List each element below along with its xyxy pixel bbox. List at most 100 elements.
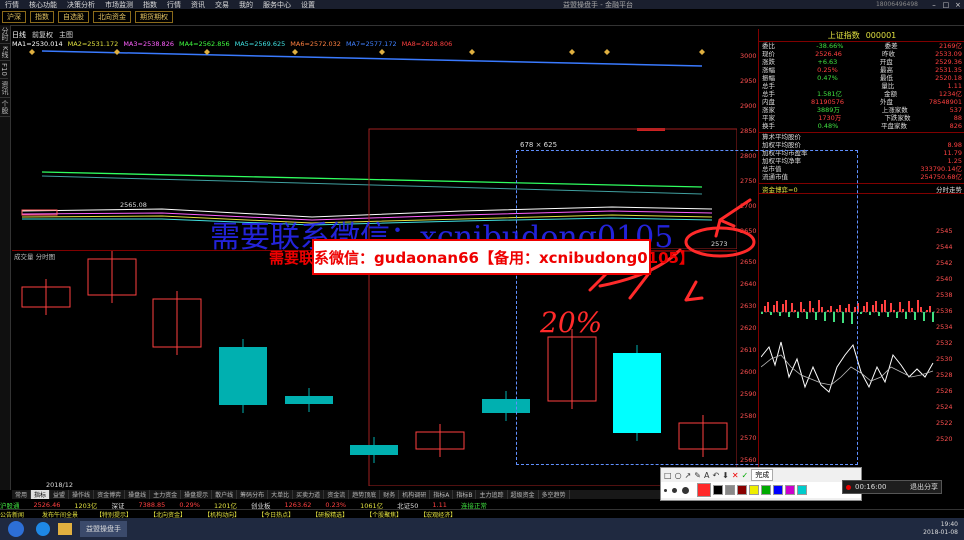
indicator-tab-20[interactable]: 多空趋势 [539,490,570,499]
confirm-icon[interactable]: ✓ [742,471,749,480]
indicator-tab-5[interactable]: 操盘线 [125,490,151,499]
rect-tool-icon[interactable]: □ [664,471,672,480]
record-timer: 00:16:00 [855,483,887,491]
event-marker-diamond[interactable] [29,49,35,55]
color-red-selected[interactable] [697,483,711,497]
color-darkred[interactable] [737,485,747,495]
browser-icon[interactable] [36,522,50,536]
indicator-tab-9[interactable]: 筹码分布 [237,490,269,499]
ticker-item: 北证50 [397,501,419,510]
left-tab-1[interactable]: K线 [0,44,10,61]
period-selector[interactable]: 日线 [12,30,26,40]
intraday-axis: 2545 2544 2542 2540 2538 2536 2534 2532 2530 2528… [936,227,964,457]
indicator-tab-2[interactable]: 益盟 [50,490,70,499]
event-marker-diamond[interactable] [469,49,475,55]
size-large-icon[interactable] [682,486,689,494]
color-cyan[interactable] [797,485,807,495]
candle-down[interactable] [285,396,333,404]
folder-icon[interactable] [58,523,72,535]
toolbar-button-1[interactable]: 指数 [30,11,54,23]
ellipse-tool-icon[interactable]: ○ [675,471,682,480]
pen-tool-icon[interactable]: ✎ [694,471,701,480]
cancel-icon[interactable]: ✕ [732,471,739,480]
ticker-item: 连接正常 [460,501,487,510]
toolbar-button-0[interactable]: 沪深 [2,11,26,23]
indicator-tab-12[interactable]: 资金流 [324,490,350,499]
size-small-icon[interactable] [664,488,667,492]
flow-bar [917,300,919,312]
color-yellow[interactable] [749,485,759,495]
flow-bar [881,304,883,312]
quote-label-2: 开盘 [879,58,893,66]
indicator-tab-3[interactable]: 操作线 [69,490,95,499]
event-marker-diamond[interactable] [114,49,120,55]
indicator-selector[interactable]: 主图 [59,30,73,40]
event-marker-diamond[interactable] [699,49,705,55]
quote-label-2: 下跌家数 [884,114,911,122]
maximize-icon[interactable]: □ [940,1,952,9]
left-tab-4[interactable]: 个股 [0,98,10,117]
toolbar-button-3[interactable]: 北向资金 [93,11,131,23]
left-tab-2[interactable]: F10 [0,61,8,79]
indicator-tab-11[interactable]: 买卖力道 [293,490,325,499]
toolbar-button-4[interactable]: 期货期权 [135,11,173,23]
quote-row: 总手 1.581亿 金额 1234亿 [759,90,964,98]
color-black[interactable] [713,485,723,495]
text-tool-icon[interactable]: A [704,471,709,480]
kline-header: 日线 前复权 主图 [12,29,757,40]
indicator-tab-17[interactable]: 指标B [453,490,477,499]
quote-label-2: 委差 [884,42,898,50]
flow-bar [863,306,865,312]
ticker-item: 1061亿 [360,501,384,510]
quote-value: 1.581亿 [816,90,843,98]
exit-share-button[interactable]: 退出分享 [910,482,938,492]
indicator-tab-4[interactable]: 资金博弈 [94,490,126,499]
flow-bar [887,312,889,317]
save-icon[interactable]: ⬇ [722,471,729,480]
candle-down[interactable] [219,347,267,405]
indicator-tab-7[interactable]: 操盘提示 [181,490,213,499]
event-marker-diamond[interactable] [379,49,385,55]
color-gray[interactable] [725,485,735,495]
taskbar-app[interactable]: 益盟操盘手 [80,521,127,537]
candle-down[interactable] [350,445,398,455]
size-medium-icon[interactable] [672,487,677,493]
indicator-tab-19[interactable]: 超级资金 [508,490,539,499]
indicator-tab-0[interactable]: 常用 [12,490,32,499]
color-green[interactable] [761,485,771,495]
avg-value: 11.79 [943,149,962,157]
event-marker-diamond[interactable] [604,49,610,55]
left-tab-0[interactable]: 分时 [0,25,10,44]
minimize-icon[interactable]: – [928,1,940,9]
start-icon[interactable] [8,521,24,537]
quote-label: 总手 [762,82,775,90]
taskbar: 益盟操盘手 19:40 2018-01-08 [0,518,964,540]
finish-button[interactable]: 完成 [751,469,774,481]
indicator-tab-16[interactable]: 指标A [430,490,454,499]
color-magenta[interactable] [785,485,795,495]
ma-legend-item: MA7=2577.172 [345,40,397,48]
color-blue[interactable] [773,485,783,495]
undo-icon[interactable]: ↶ [712,471,719,480]
left-tab-3[interactable]: 资讯 [0,79,10,98]
close-icon[interactable]: × [952,1,964,9]
indicator-tab-1[interactable]: 指标 [31,490,51,499]
adjust-selector[interactable]: 前复权 [32,30,53,40]
quote-label-2: 昨收 [882,50,896,58]
event-marker-diamond[interactable] [292,49,298,55]
quote-value-2: 537 [949,106,962,114]
quote-row: 总手 量比 1.11 [759,82,964,90]
indicator-tab-18[interactable]: 主力追踪 [476,490,508,499]
indicator-tab-13[interactable]: 趋势顶底 [349,490,381,499]
indicator-tab-15[interactable]: 机构调研 [399,490,431,499]
flow-tab[interactable]: 分时走势 [936,184,962,194]
quote-value: 1730万 [818,114,842,122]
indicator-tab-6[interactable]: 主力资金 [150,490,182,499]
indicator-tab-8[interactable]: 散户线 [212,490,238,499]
event-marker-diamond[interactable] [569,49,575,55]
indicator-tab-14[interactable]: 财务 [380,490,400,499]
arrow-tool-icon[interactable]: ↗ [685,471,692,480]
indicator-tab-10[interactable]: 大单比 [268,490,294,499]
toolbar-button-2[interactable]: 自选股 [58,11,89,23]
quote-value: 3889万 [816,106,840,114]
